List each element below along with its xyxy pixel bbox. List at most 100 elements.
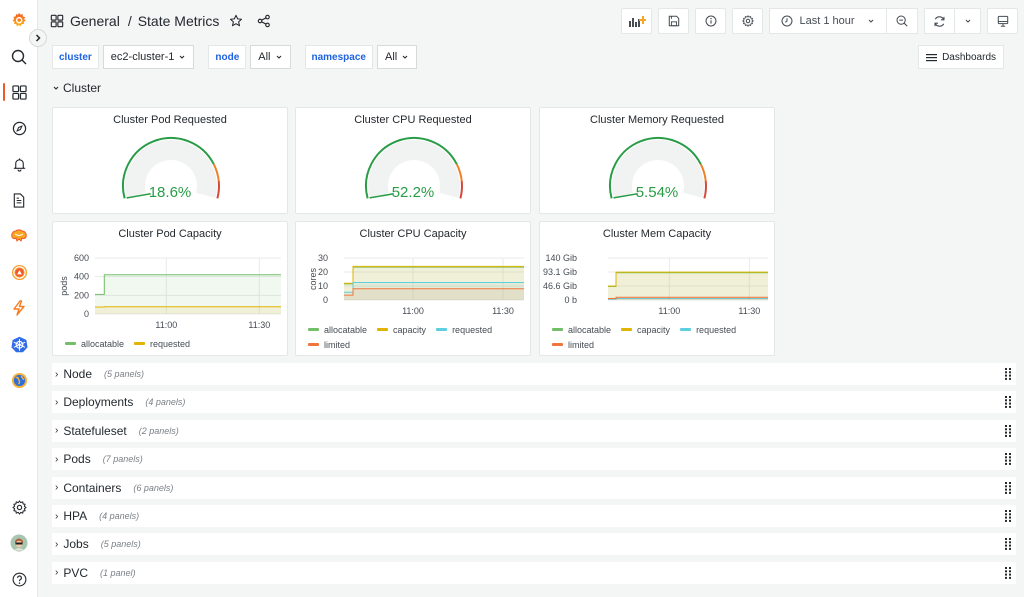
time-range-picker[interactable]: Last 1 hour [769, 8, 887, 34]
chart-legend: allocatable capacity requested limited [552, 323, 774, 351]
legend-item-allocatable[interactable]: allocatable [65, 337, 124, 350]
dashboards-grid-icon [50, 14, 64, 28]
info-icon [705, 15, 716, 27]
dashboard-info-button[interactable] [695, 8, 726, 34]
panel-cluster-pod-requested: Cluster Pod Requested 18.6% [52, 107, 288, 214]
menu-icon [926, 53, 938, 61]
row-header-node[interactable]: › Node (5 panels) [52, 363, 1016, 385]
sidebar-toggle-button[interactable] [29, 29, 47, 47]
gauge-value: 52.2% [391, 184, 435, 201]
sidebar-dashboards[interactable] [0, 80, 38, 104]
save-dashboard-button[interactable] [658, 8, 689, 34]
y-tick-label: 200 [74, 290, 89, 300]
sidebar [0, 0, 38, 597]
legend-label: capacity [637, 324, 671, 335]
drag-handle-icon[interactable] [1004, 509, 1012, 523]
sidebar-oncall[interactable] [0, 260, 38, 284]
row-header-cluster[interactable]: Cluster [52, 81, 101, 95]
series-area-requested [95, 306, 281, 314]
share-icon[interactable] [257, 14, 271, 28]
variable-select-cluster[interactable]: ec2-cluster-1 [102, 45, 195, 69]
dashboard-title[interactable]: State Metrics [138, 13, 220, 29]
chevron-down-icon [179, 55, 185, 59]
y-tick-label: 46.6 Gib [543, 281, 577, 291]
legend-swatch [680, 328, 692, 331]
gear-icon [741, 15, 754, 27]
panel-cluster-memory-requested: Cluster Memory Requested 5.54% [539, 107, 775, 214]
legend-item-allocatable[interactable]: allocatable [308, 323, 367, 336]
legend-item-requested[interactable]: requested [436, 323, 492, 336]
legend-item-limited[interactable]: limited [308, 338, 350, 351]
legend-label: limited [324, 339, 351, 350]
legend-item-requested[interactable]: requested [134, 337, 190, 350]
breadcrumb: General / State Metrics [50, 13, 271, 29]
sidebar-incident[interactable] [0, 296, 38, 320]
y-axis-label: cores [308, 268, 318, 291]
cycle-view-mode-button[interactable] [987, 8, 1018, 34]
variable-value: ec2-cluster-1 [110, 51, 175, 63]
sidebar-search[interactable] [0, 45, 38, 69]
drag-handle-icon[interactable] [1004, 566, 1012, 580]
row-title: Deployments [63, 395, 134, 410]
drag-handle-icon[interactable] [1004, 452, 1012, 466]
drag-handle-icon[interactable] [1004, 424, 1012, 438]
sidebar-synthetic-monitoring[interactable] [0, 368, 38, 392]
row-header-pvc[interactable]: › PVC (1 panel) [52, 561, 1016, 584]
variable-select-namespace[interactable]: All [376, 45, 418, 69]
refresh-button[interactable] [924, 8, 955, 34]
legend-item-limited[interactable]: limited [552, 338, 594, 351]
row-panel-count: (4 panels) [145, 397, 186, 408]
x-tick-label: 11:30 [248, 320, 270, 330]
drag-handle-icon[interactable] [1004, 481, 1012, 495]
row-header-jobs[interactable]: › Jobs (5 panels) [52, 533, 1016, 556]
row-header-containers[interactable]: › Containers (6 panels) [52, 476, 1016, 499]
globe-icon [11, 372, 27, 388]
legend-item-capacity[interactable]: capacity [621, 323, 670, 336]
time-controls: Last 1 hour [769, 8, 918, 34]
row-header-hpa[interactable]: › HPA (4 panels) [52, 505, 1016, 527]
grafana-logo-icon [12, 12, 26, 27]
zoom-out-button[interactable] [887, 8, 918, 34]
kubernetes-icon [10, 336, 28, 352]
row-panel-count: (4 panels) [99, 511, 140, 521]
legend-label: allocatable [324, 324, 368, 335]
row-panel-count: (5 panels) [104, 369, 145, 379]
sidebar-reports[interactable] [0, 188, 38, 212]
sidebar-configuration[interactable] [0, 495, 38, 519]
panel-cluster-cpu-requested: Cluster CPU Requested 52.2% [295, 107, 531, 214]
refresh-controls [924, 8, 981, 34]
legend-swatch [377, 328, 389, 331]
add-panel-button[interactable] [621, 8, 652, 34]
chevron-right-icon: › [55, 567, 59, 579]
y-tick-label: 0 [323, 295, 328, 305]
legend-item-capacity[interactable]: capacity [377, 323, 426, 336]
legend-item-allocatable[interactable]: allocatable [552, 323, 611, 336]
dashboards-label: Dashboards [942, 51, 996, 63]
sidebar-explore[interactable] [0, 116, 38, 140]
dashboards-links-button[interactable]: Dashboards [918, 45, 1004, 69]
chevron-down-icon [965, 19, 970, 23]
breadcrumb-folder-link[interactable]: General [70, 13, 120, 29]
drag-handle-icon[interactable] [1004, 395, 1012, 409]
drag-handle-icon[interactable] [1004, 537, 1012, 551]
row-header-pods[interactable]: › Pods (7 panels) [52, 448, 1016, 471]
chevron-down-icon [868, 19, 873, 23]
sidebar-help[interactable] [0, 567, 38, 591]
help-icon [12, 572, 26, 586]
drag-handle-icon[interactable] [1004, 367, 1012, 381]
variable-select-node[interactable]: All [250, 45, 291, 69]
refresh-interval-dropdown[interactable] [955, 8, 981, 34]
row-header-deployments[interactable]: › Deployments (4 panels) [52, 391, 1016, 414]
sidebar-kubernetes[interactable] [0, 332, 38, 356]
legend-item-requested[interactable]: requested [680, 323, 736, 336]
sidebar-alerting[interactable] [0, 152, 38, 176]
star-icon[interactable] [229, 14, 243, 28]
row-panel-count: (2 panels) [138, 425, 179, 436]
row-header-statefuleset[interactable]: › Statefuleset (2 panels) [52, 419, 1016, 442]
sidebar-profile[interactable] [0, 531, 38, 555]
grafana-logo[interactable] [0, 8, 38, 32]
legend-label: requested [150, 338, 191, 349]
dashboard-settings-button[interactable] [732, 8, 763, 34]
sidebar-machine-learning[interactable] [0, 224, 38, 248]
chevron-right-icon: › [55, 425, 59, 437]
